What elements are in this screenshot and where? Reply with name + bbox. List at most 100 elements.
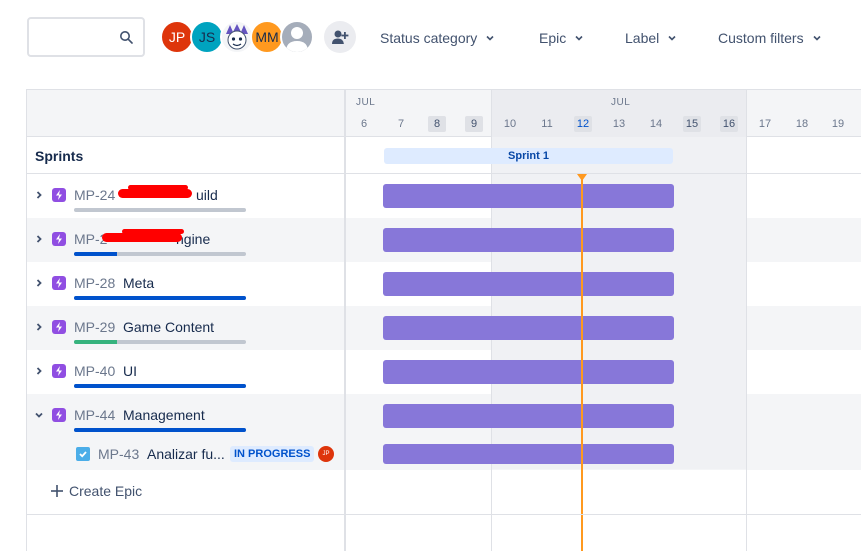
divider [26, 514, 861, 515]
progress-in-progress [74, 252, 117, 256]
issue-name[interactable]: Analizar fu... [147, 446, 225, 462]
epic-timeline-bar[interactable] [383, 404, 674, 428]
epic-row[interactable]: MP-24 uild [26, 174, 344, 218]
sprint-bar[interactable]: Sprint 1 [384, 148, 673, 164]
day-label: 16 [720, 116, 738, 132]
issue-timeline-bar[interactable] [383, 444, 674, 464]
chevron-down-icon [486, 35, 494, 41]
epic-row[interactable]: MP-44 Management [26, 394, 344, 438]
epic-timeline-bar[interactable] [383, 316, 674, 340]
day-label: 15 [683, 116, 701, 132]
progress-bar [74, 384, 246, 388]
avatar-jp[interactable]: JP [160, 20, 194, 54]
chevron-right-icon[interactable] [34, 190, 44, 200]
epic-icon [52, 320, 66, 334]
day-label-today: 12 [574, 116, 592, 132]
add-people-button[interactable] [324, 21, 356, 53]
avatar-picture[interactable] [220, 20, 254, 54]
epic-icon [52, 364, 66, 378]
epic-name[interactable]: UI [123, 363, 137, 379]
epic-row[interactable]: MP-40 UI [26, 350, 344, 394]
avatar-mm[interactable]: MM [250, 20, 284, 54]
epic-timeline-bar[interactable] [383, 228, 674, 252]
month-label: JUL [356, 97, 376, 108]
day-label: 7 [397, 118, 405, 130]
filter-label: Custom filters [718, 30, 804, 46]
epic-timeline-bar[interactable] [383, 272, 674, 296]
task-icon [76, 447, 90, 461]
avatar-initials: JP [168, 29, 186, 45]
epic-icon [52, 232, 66, 246]
epic-key[interactable]: MP-40 [74, 363, 115, 379]
redaction-mark [118, 189, 192, 198]
panel-divider[interactable] [344, 90, 346, 551]
cartoon-avatar-icon [222, 22, 252, 52]
avatar-js[interactable]: JS [190, 20, 224, 54]
day-label: 18 [795, 118, 809, 130]
epic-filter[interactable]: Epic [539, 28, 584, 48]
chevron-down-icon [575, 35, 583, 41]
day-label: 19 [831, 118, 845, 130]
avatar-initials: JS [198, 29, 216, 45]
progress-bar [74, 340, 246, 344]
progress-bar [74, 252, 246, 256]
epic-icon [52, 408, 66, 422]
day-label: 17 [758, 118, 772, 130]
custom-filters[interactable]: Custom filters [718, 28, 822, 48]
epic-key[interactable]: MP-44 [74, 407, 115, 423]
create-epic-button[interactable]: Create Epic [51, 483, 142, 499]
redaction-mark [128, 185, 188, 190]
child-issue-row[interactable]: MP-43 Analizar fu... IN PROGRESS JP [26, 438, 344, 470]
chevron-right-icon[interactable] [34, 322, 44, 332]
status-badge[interactable]: IN PROGRESS [230, 446, 315, 462]
progress-bar [74, 428, 246, 432]
chevron-right-icon[interactable] [34, 234, 44, 244]
issue-key[interactable]: MP-43 [98, 446, 139, 462]
epic-timeline-bar[interactable] [383, 184, 674, 208]
chevron-right-icon[interactable] [34, 366, 44, 376]
filter-label: Epic [539, 30, 567, 46]
avatar-generic[interactable] [280, 20, 314, 54]
epic-name[interactable]: Management [123, 407, 205, 423]
chevron-down-icon [668, 35, 676, 41]
epic-icon [52, 276, 66, 290]
sprints-label: Sprints [35, 148, 84, 164]
today-marker [581, 176, 583, 551]
filter-label: Status category [380, 30, 478, 46]
day-label: 8 [428, 116, 446, 132]
day-label: 13 [612, 118, 626, 130]
chevron-down-icon [813, 35, 821, 41]
epic-name[interactable]: Meta [123, 275, 154, 291]
search-icon [120, 31, 133, 44]
epic-key[interactable]: MP-28 [74, 275, 115, 291]
day-label: 11 [541, 118, 553, 130]
epic-name[interactable]: uild [196, 187, 218, 203]
progress-in-progress [74, 384, 246, 388]
status-category-filter[interactable]: Status category [380, 28, 495, 48]
redaction-mark [102, 233, 182, 242]
epic-key[interactable]: MP-29 [74, 319, 115, 335]
search-input[interactable] [27, 17, 145, 57]
user-icon [286, 27, 308, 52]
chevron-right-icon[interactable] [34, 278, 44, 288]
epic-row[interactable]: MP-2 ngine [26, 218, 344, 262]
add-person-icon [332, 30, 349, 44]
day-label: 14 [649, 118, 663, 130]
epic-timeline-bar[interactable] [383, 360, 674, 384]
plus-icon [51, 485, 63, 497]
avatar-initials: MM [255, 29, 279, 45]
day-label: 6 [360, 118, 368, 130]
progress-bar [74, 296, 246, 300]
label-filter[interactable]: Label [625, 28, 677, 48]
today-marker-tip [577, 174, 587, 181]
epic-key[interactable]: MP-24 [74, 187, 115, 203]
chevron-down-icon[interactable] [34, 410, 44, 420]
progress-in-progress [74, 428, 246, 432]
epic-row[interactable]: MP-29 Game Content [26, 306, 344, 350]
epic-row[interactable]: MP-28 Meta [26, 262, 344, 306]
epic-icon [52, 188, 66, 202]
redaction-mark [122, 229, 184, 234]
assignee-avatar[interactable]: JP [318, 446, 334, 462]
day-label: 9 [465, 116, 483, 132]
epic-name[interactable]: Game Content [123, 319, 214, 335]
